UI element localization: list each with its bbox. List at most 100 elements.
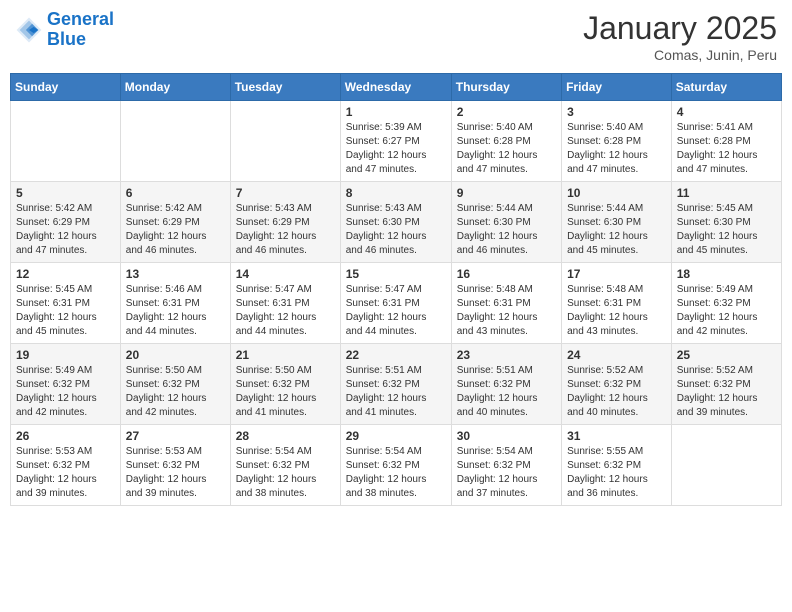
day-of-week-header: Saturday xyxy=(671,74,781,101)
calendar-subtitle: Comas, Junin, Peru xyxy=(583,47,777,63)
day-number: 9 xyxy=(457,186,556,200)
calendar-cell: 30 Sunrise: 5:54 AM Sunset: 6:32 PM Dayli… xyxy=(451,425,561,506)
calendar-cell: 15 Sunrise: 5:47 AM Sunset: 6:31 PM Dayli… xyxy=(340,263,451,344)
calendar-cell: 14 Sunrise: 5:47 AM Sunset: 6:31 PM Dayli… xyxy=(230,263,340,344)
day-number: 1 xyxy=(346,105,446,119)
day-number: 22 xyxy=(346,348,446,362)
calendar-week-row: 12Sunrise: 5:45 AM Sunset: 6:31 PM Dayli… xyxy=(11,263,782,344)
day-number: 25 xyxy=(677,348,776,362)
calendar-cell: 22 Sunrise: 5:51 AM Sunset: 6:32 PM Dayli… xyxy=(340,344,451,425)
day-number: 28 xyxy=(236,429,335,443)
day-number: 16 xyxy=(457,267,556,281)
day-number: 4 xyxy=(677,105,776,119)
day-number: 31 xyxy=(567,429,666,443)
calendar-cell: 25 Sunrise: 5:52 AM Sunset: 6:32 PM Dayli… xyxy=(671,344,781,425)
logo-line2: Blue xyxy=(47,29,86,49)
day-of-week-header: Friday xyxy=(562,74,672,101)
day-info: Sunrise: 5:51 AM Sunset: 6:32 PM Dayligh… xyxy=(457,364,556,420)
calendar-cell: 8 Sunrise: 5:43 AM Sunset: 6:30 PM Daylig… xyxy=(340,182,451,263)
day-number: 30 xyxy=(457,429,556,443)
day-of-week-header: Tuesday xyxy=(230,74,340,101)
day-number: 19 xyxy=(16,348,115,362)
calendar-cell xyxy=(230,101,340,182)
day-number: 26 xyxy=(16,429,115,443)
day-number: 13 xyxy=(126,267,225,281)
day-info: Sunrise: 5:45 AM Sunset: 6:31 PM Dayligh… xyxy=(16,283,115,339)
day-info: Sunrise: 5:54 AM Sunset: 6:32 PM Dayligh… xyxy=(457,445,556,501)
logo-text: General Blue xyxy=(47,10,114,50)
day-number: 10 xyxy=(567,186,666,200)
day-number: 15 xyxy=(346,267,446,281)
day-info: Sunrise: 5:50 AM Sunset: 6:32 PM Dayligh… xyxy=(126,364,225,420)
day-number: 29 xyxy=(346,429,446,443)
day-number: 2 xyxy=(457,105,556,119)
day-number: 8 xyxy=(346,186,446,200)
calendar-cell: 1 Sunrise: 5:39 AM Sunset: 6:27 PM Daylig… xyxy=(340,101,451,182)
calendar-week-row: 19 Sunrise: 5:49 AM Sunset: 6:32 PM Dayli… xyxy=(11,344,782,425)
calendar-cell: 16 Sunrise: 5:48 AM Sunset: 6:31 PM Dayli… xyxy=(451,263,561,344)
day-info: Sunrise: 5:50 AM Sunset: 6:32 PM Dayligh… xyxy=(236,364,335,420)
day-info: Sunrise: 5:48 AM Sunset: 6:31 PM Dayligh… xyxy=(457,283,556,339)
title-block: January 2025 Comas, Junin, Peru xyxy=(583,10,777,63)
calendar-week-row: 26 Sunrise: 5:53 AM Sunset: 6:32 PM Dayli… xyxy=(11,425,782,506)
day-info: Sunrise: 5:40 AM Sunset: 6:28 PM Dayligh… xyxy=(457,121,556,177)
day-number: 23 xyxy=(457,348,556,362)
day-info: Sunrise: 5:47 AM Sunset: 6:31 PM Dayligh… xyxy=(346,283,446,339)
day-number: 14 xyxy=(236,267,335,281)
day-info: Sunrise: 5:40 AM Sunset: 6:28 PM Dayligh… xyxy=(567,121,666,177)
day-info: Sunrise: 5:47 AM Sunset: 6:31 PM Dayligh… xyxy=(236,283,335,339)
day-info: Sunrise: 5:39 AM Sunset: 6:27 PM Dayligh… xyxy=(346,121,446,177)
day-info: Sunrise: 5:48 AM Sunset: 6:31 PM Dayligh… xyxy=(567,283,666,339)
calendar-week-row: 1 Sunrise: 5:39 AM Sunset: 6:27 PM Daylig… xyxy=(11,101,782,182)
calendar-cell: 23 Sunrise: 5:51 AM Sunset: 6:32 PM Dayli… xyxy=(451,344,561,425)
calendar-cell: 6 Sunrise: 5:42 AM Sunset: 6:29 PM Daylig… xyxy=(120,182,230,263)
calendar-cell: 11 Sunrise: 5:45 AM Sunset: 6:30 PM Dayli… xyxy=(671,182,781,263)
calendar-cell xyxy=(11,101,121,182)
day-info: Sunrise: 5:51 AM Sunset: 6:32 PM Dayligh… xyxy=(346,364,446,420)
day-number: 7 xyxy=(236,186,335,200)
day-number: 3 xyxy=(567,105,666,119)
calendar-cell: 28Sunrise: 5:54 AM Sunset: 6:32 PM Dayli… xyxy=(230,425,340,506)
calendar-cell xyxy=(671,425,781,506)
day-info: Sunrise: 5:42 AM Sunset: 6:29 PM Dayligh… xyxy=(126,202,225,258)
day-info: Sunrise: 5:52 AM Sunset: 6:32 PM Dayligh… xyxy=(677,364,776,420)
calendar-cell: 10Sunrise: 5:44 AM Sunset: 6:30 PM Dayli… xyxy=(562,182,672,263)
calendar-cell: 29 Sunrise: 5:54 AM Sunset: 6:32 PM Dayli… xyxy=(340,425,451,506)
day-info: Sunrise: 5:46 AM Sunset: 6:31 PM Dayligh… xyxy=(126,283,225,339)
calendar-cell: 21 Sunrise: 5:50 AM Sunset: 6:32 PM Dayli… xyxy=(230,344,340,425)
calendar-cell: 2 Sunrise: 5:40 AM Sunset: 6:28 PM Daylig… xyxy=(451,101,561,182)
calendar-cell: 9Sunrise: 5:44 AM Sunset: 6:30 PM Daylig… xyxy=(451,182,561,263)
logo-line1: General xyxy=(47,9,114,29)
day-info: Sunrise: 5:43 AM Sunset: 6:30 PM Dayligh… xyxy=(346,202,446,258)
day-info: Sunrise: 5:54 AM Sunset: 6:32 PM Dayligh… xyxy=(346,445,446,501)
calendar-cell: 13 Sunrise: 5:46 AM Sunset: 6:31 PM Dayli… xyxy=(120,263,230,344)
day-info: Sunrise: 5:53 AM Sunset: 6:32 PM Dayligh… xyxy=(126,445,225,501)
calendar-cell: 19 Sunrise: 5:49 AM Sunset: 6:32 PM Dayli… xyxy=(11,344,121,425)
calendar-cell: 31Sunrise: 5:55 AM Sunset: 6:32 PM Dayli… xyxy=(562,425,672,506)
day-of-week-header: Wednesday xyxy=(340,74,451,101)
logo: General Blue xyxy=(15,10,114,50)
day-number: 27 xyxy=(126,429,225,443)
calendar-cell: 5Sunrise: 5:42 AM Sunset: 6:29 PM Daylig… xyxy=(11,182,121,263)
calendar-cell: 26 Sunrise: 5:53 AM Sunset: 6:32 PM Dayli… xyxy=(11,425,121,506)
day-info: Sunrise: 5:53 AM Sunset: 6:32 PM Dayligh… xyxy=(16,445,115,501)
day-info: Sunrise: 5:49 AM Sunset: 6:32 PM Dayligh… xyxy=(16,364,115,420)
day-info: Sunrise: 5:42 AM Sunset: 6:29 PM Dayligh… xyxy=(16,202,115,258)
calendar-cell: 18Sunrise: 5:49 AM Sunset: 6:32 PM Dayli… xyxy=(671,263,781,344)
page-header: General Blue January 2025 Comas, Junin, … xyxy=(10,10,782,63)
day-number: 18 xyxy=(677,267,776,281)
calendar-cell: 17Sunrise: 5:48 AM Sunset: 6:31 PM Dayli… xyxy=(562,263,672,344)
calendar-cell: 3 Sunrise: 5:40 AM Sunset: 6:28 PM Daylig… xyxy=(562,101,672,182)
calendar-cell: 20Sunrise: 5:50 AM Sunset: 6:32 PM Dayli… xyxy=(120,344,230,425)
calendar-cell: 24Sunrise: 5:52 AM Sunset: 6:32 PM Dayli… xyxy=(562,344,672,425)
day-number: 21 xyxy=(236,348,335,362)
day-info: Sunrise: 5:45 AM Sunset: 6:30 PM Dayligh… xyxy=(677,202,776,258)
calendar-cell: 27 Sunrise: 5:53 AM Sunset: 6:32 PM Dayli… xyxy=(120,425,230,506)
day-number: 11 xyxy=(677,186,776,200)
calendar-cell: 12Sunrise: 5:45 AM Sunset: 6:31 PM Dayli… xyxy=(11,263,121,344)
day-info: Sunrise: 5:41 AM Sunset: 6:28 PM Dayligh… xyxy=(677,121,776,177)
calendar-week-row: 5Sunrise: 5:42 AM Sunset: 6:29 PM Daylig… xyxy=(11,182,782,263)
calendar-header-row: SundayMondayTuesdayWednesdayThursdayFrid… xyxy=(11,74,782,101)
day-number: 6 xyxy=(126,186,225,200)
day-of-week-header: Thursday xyxy=(451,74,561,101)
